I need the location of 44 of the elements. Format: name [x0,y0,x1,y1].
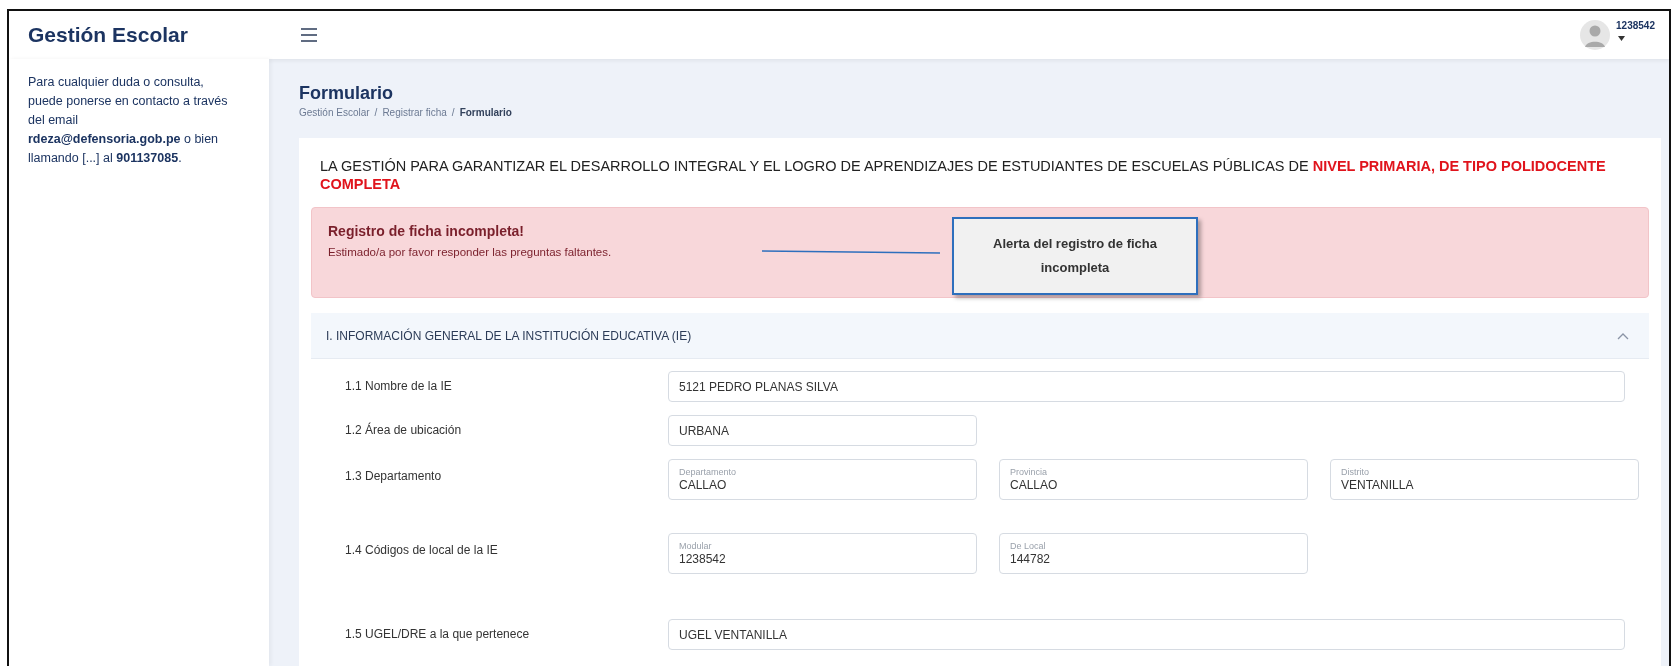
field-value: URBANA [679,424,730,438]
user-id: 1238542 [1616,20,1655,31]
breadcrumb-separator: / [374,107,378,118]
field-value: 5121 PEDRO PLANAS SILVA [679,380,839,394]
form-heading: LA GESTIÓN PARA GARANTIZAR EL DESARROLLO INTEGRAL Y EL LOGRO DE APRENDIZAJES DE ESTUDIANTES DE ESCUELAS PÚBLICAS DE NIVEL PRIMARIA, DE TIPO POLIDOCENTE COMPLETA [320,157,1607,193]
field-value: UGEL VENTANILLA [679,628,789,642]
field-value: CALLAO [679,478,728,492]
field-value: 1238542 [679,552,727,566]
page-title: Formulario [299,83,394,104]
input-field[interactable]: Modular 1238542 [668,533,977,574]
breadcrumb-item[interactable]: Registrar ficha [382,107,447,118]
menu-icon[interactable] [300,27,318,43]
input-field[interactable]: 5121 PEDRO PLANAS SILVA [668,371,1625,402]
chevron-icon[interactable] [1617,331,1629,340]
field-caption: Provincia [1010,467,1048,477]
section-header[interactable]: I. INFORMACIÓN GENERAL DE LA INSTITUCIÓN EDUCATIVA (IE) [311,313,1649,359]
input-field[interactable]: UGEL VENTANILLA [668,619,1625,650]
field-caption: Modular [679,541,713,551]
field-caption: Departamento [679,467,738,477]
field-label: 1.5 UGEL/DRE a la que pertenece [345,627,531,641]
field-value: CALLAO [1010,478,1059,492]
contact-info: Para cualquier duda o consulta, puede ponerse en contacto a través del email rdeza@defensoria.gob.pe o bien llamando [...] al 901137085. [28,74,228,167]
field-caption: Distrito [1341,467,1370,477]
input-field[interactable]: De Local 144782 [999,533,1308,574]
field-caption: De Local [1010,541,1047,551]
input-field[interactable]: Distrito VENTANILLA [1330,459,1639,500]
input-field[interactable]: Departamento CALLAO [668,459,977,500]
breadcrumb-item: Formulario [459,107,512,118]
input-field[interactable]: URBANA [668,415,977,446]
breadcrumb-item[interactable]: Gestión Escolar [299,107,370,118]
field-label: 1.2 Área de ubicación [345,423,463,437]
alert-message: Estimado/a por favor responder las preguntas faltantes. [328,246,612,258]
app-title: Gestión Escolar [27,23,189,47]
field-value: 144782 [1010,552,1052,566]
field-label: 1.3 Departamento [345,469,443,483]
field-label: 1.1 Nombre de la IE [345,379,453,393]
input-field[interactable]: Provincia CALLAO [999,459,1308,500]
field-label: 1.4 Códigos de local de la IE [345,543,499,557]
field-value: VENTANILLA [1341,478,1415,492]
callout-note: Alerta del registro de ficha incompleta [952,217,1198,295]
section-title: I. INFORMACIÓN GENERAL DE LA INSTITUCIÓN EDUCATIVA (IE) [326,328,692,343]
alert-title: Registro de ficha incompleta! [328,223,526,239]
caret-icon[interactable] [1618,36,1626,41]
breadcrumb-separator: / [451,107,455,118]
